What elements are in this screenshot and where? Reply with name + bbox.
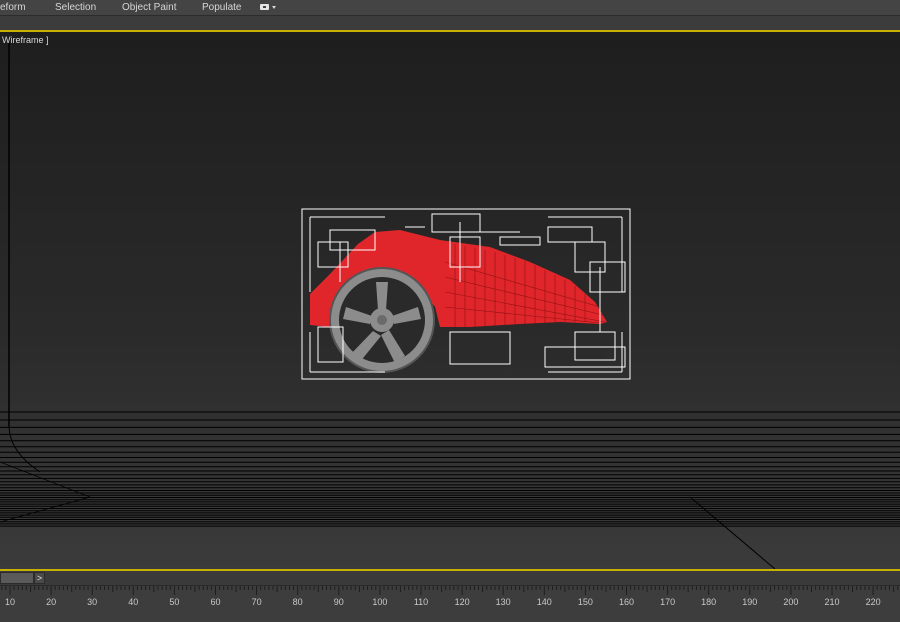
tab-object-paint[interactable]: Object Paint <box>122 1 176 14</box>
ruler-tick-label: 160 <box>618 597 635 607</box>
ruler-tick-label: 80 <box>292 597 303 607</box>
ruler-tick-label: 100 <box>372 597 388 607</box>
ribbon-panel <box>0 15 900 31</box>
tab-populate[interactable]: Populate <box>202 1 241 14</box>
track-bar[interactable]: 10 20 30 40 50 60 70 80 90 100 110 120 130 140 150 160 1… <box>0 585 900 622</box>
ground-grid <box>0 411 900 527</box>
car-model[interactable] <box>310 230 607 373</box>
viewport-camera-icon <box>260 4 269 10</box>
ruler-tick-label: 90 <box>333 597 344 607</box>
ruler-tick-label: 70 <box>251 597 262 607</box>
ruler-tick-label: 20 <box>46 597 57 607</box>
next-frame-button[interactable]: > <box>34 572 45 584</box>
perspective-viewport[interactable]: Wireframe ] <box>0 30 900 571</box>
ruler-tick-label: 10 <box>4 597 16 607</box>
ruler-tick-label: 170 <box>660 597 676 607</box>
ruler-tick-label: 60 <box>210 597 221 607</box>
ruler-tick-label: 150 <box>577 597 593 607</box>
track-bar-ruler <box>1 586 899 595</box>
grid-diagonal <box>689 496 776 569</box>
time-slider[interactable]: > <box>0 571 900 585</box>
ruler-tick-label: 140 <box>536 597 552 607</box>
tab-selection[interactable]: Selection <box>55 1 96 14</box>
ruler-tick-label: 190 <box>742 597 758 607</box>
ruler-tick-label: 50 <box>169 597 180 607</box>
chevron-down-icon <box>272 6 276 9</box>
ruler-tick-label: 120 <box>454 597 470 607</box>
ruler-tick-label: 110 <box>413 597 429 607</box>
ruler-tick-label: 40 <box>128 597 139 607</box>
ruler-tick-label: 180 <box>701 597 717 607</box>
time-slider-thumb[interactable] <box>0 572 34 584</box>
ruler-tick-label: 30 <box>87 597 98 607</box>
viewport-scene <box>0 40 900 569</box>
grid-curve <box>8 426 41 473</box>
car-shadow <box>455 332 605 367</box>
car-wheel <box>329 267 435 373</box>
ruler-tick-label: 210 <box>824 597 840 607</box>
ruler-tick-label: 220 <box>865 597 881 607</box>
tab-freeform[interactable]: eform <box>0 1 26 14</box>
ruler-tick-label: 130 <box>495 597 511 607</box>
ribbon-tab-bar: eform Selection Object Paint Populate <box>0 0 900 15</box>
ruler-tick-label: 200 <box>783 597 799 607</box>
ribbon-options-dropdown[interactable] <box>258 1 278 14</box>
viewport-shading-label[interactable]: Wireframe ] <box>2 35 49 45</box>
